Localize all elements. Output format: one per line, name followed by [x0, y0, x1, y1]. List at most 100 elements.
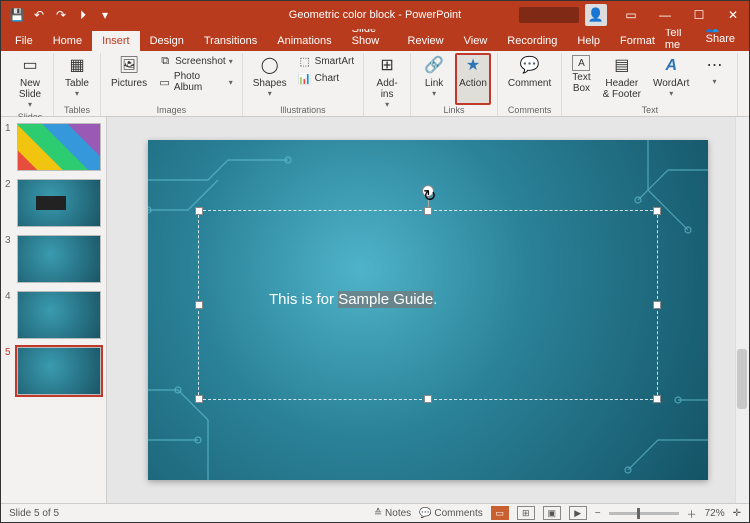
slide-counter[interactable]: Slide 5 of 5 [9, 508, 59, 519]
normal-view-button[interactable]: ▭ [491, 506, 509, 520]
slideshow-view-button[interactable]: ▶ [569, 506, 587, 520]
account-avatar-icon[interactable]: 👤 [585, 4, 607, 26]
symbols-button[interactable]: Ω Symbols▾ [744, 53, 750, 105]
group-label-comments: Comments [508, 105, 552, 116]
photo-album-icon: ▭ [158, 75, 171, 89]
text-box-button[interactable]: A Text Box [568, 53, 594, 105]
shapes-button[interactable]: ◯ Shapes▾ [249, 53, 291, 105]
slide-text-content[interactable]: This is for Sample Guide. [269, 291, 437, 308]
window-controls: 👤 ▭ — ☐ ✕ [519, 1, 749, 29]
action-icon: ★ [460, 55, 486, 77]
notes-button[interactable]: ≙ Notes [374, 508, 411, 519]
thumbnail-2[interactable]: 2 [5, 179, 102, 227]
qat-customize-icon[interactable]: ▾ [97, 7, 113, 23]
chart-icon: 📊 [298, 71, 312, 85]
slide-sorter-view-button[interactable]: ⊞ [517, 506, 535, 520]
zoom-out-button[interactable]: − [595, 508, 601, 519]
group-illustrations: ◯ Shapes▾ ⬚SmartArt 📊Chart Illustrations [243, 53, 364, 116]
redo-icon[interactable]: ↷ [53, 7, 69, 23]
tab-review[interactable]: Review [398, 31, 454, 51]
photo-album-button[interactable]: ▭Photo Album ▾ [155, 70, 236, 94]
link-icon: 🔗 [421, 55, 447, 77]
pictures-icon: 🖼 [116, 55, 142, 77]
slide-thumbnails-pane[interactable]: 1 2 3 4 5 [1, 117, 107, 503]
rotation-handle[interactable]: ↻ [422, 185, 434, 197]
group-text: A Text Box ▤ Header & Footer A WordArt▾ … [562, 53, 738, 116]
tab-transitions[interactable]: Transitions [194, 31, 267, 51]
addins-button[interactable]: ⊞ Add- ins▾ [370, 53, 404, 112]
reading-view-button[interactable]: ▣ [543, 506, 561, 520]
thumbnail-1[interactable]: 1 [5, 123, 102, 171]
smartart-button[interactable]: ⬚SmartArt [295, 53, 357, 69]
resize-handle-sw[interactable] [195, 395, 203, 403]
new-slide-button[interactable]: ▭ New Slide▾ [13, 53, 47, 112]
current-slide[interactable]: ↻ This is for Sample Guide. [148, 140, 708, 480]
selected-text-box[interactable]: ↻ This is for Sample Guide. [198, 210, 658, 400]
undo-icon[interactable]: ↶ [31, 7, 47, 23]
tab-insert[interactable]: Insert [92, 31, 140, 51]
tab-file[interactable]: File [5, 31, 43, 51]
window-title: Geometric color block - PowerPoint [289, 9, 461, 21]
zoom-in-button[interactable]: ＋ [687, 506, 697, 521]
table-icon: ▦ [64, 55, 90, 77]
scrollbar-thumb[interactable] [737, 349, 747, 409]
screenshot-button[interactable]: ⧉Screenshot ▾ [155, 53, 236, 69]
screenshot-icon: ⧉ [158, 54, 172, 68]
tab-home[interactable]: Home [43, 31, 92, 51]
header-footer-icon: ▤ [609, 55, 635, 77]
tab-format[interactable]: Format [610, 31, 665, 51]
ribbon: ▭ New Slide▾ Slides ▦ Table▾ Tables 🖼 Pi… [1, 51, 749, 117]
maximize-button[interactable]: ☐ [683, 1, 715, 29]
start-from-beginning-icon[interactable]: ⏵ [75, 7, 91, 23]
tab-view[interactable]: View [454, 31, 498, 51]
group-label-links: Links [444, 105, 465, 116]
zoom-level[interactable]: 72% [705, 508, 725, 519]
vertical-scrollbar[interactable] [735, 117, 749, 503]
action-button[interactable]: ★ Action [455, 53, 491, 105]
group-images: 🖼 Pictures ⧉Screenshot ▾ ▭Photo Album ▾ … [101, 53, 243, 116]
group-label-illustrations: Illustrations [280, 105, 326, 116]
group-label-text: Text [642, 105, 659, 116]
pictures-button[interactable]: 🖼 Pictures [107, 53, 151, 105]
resize-handle-ne[interactable] [653, 207, 661, 215]
thumbnail-5[interactable]: 5 [5, 347, 102, 395]
status-bar: Slide 5 of 5 ≙ Notes 💬 Comments ▭ ⊞ ▣ ▶ … [1, 503, 749, 522]
tab-recording[interactable]: Recording [497, 31, 567, 51]
smartart-icon: ⬚ [298, 54, 312, 68]
title-bar: 💾 ↶ ↷ ⏵ ▾ Geometric color block - PowerP… [1, 1, 749, 29]
comment-button[interactable]: 💬 Comment [504, 53, 555, 105]
highlighted-text: Sample Guide [338, 291, 433, 308]
thumbnail-3[interactable]: 3 [5, 235, 102, 283]
comments-button[interactable]: 💬 Comments [419, 508, 483, 519]
resize-handle-se[interactable] [653, 395, 661, 403]
close-button[interactable]: ✕ [717, 1, 749, 29]
workspace: 1 2 3 4 5 ↻ [1, 117, 749, 503]
resize-handle-nw[interactable] [195, 207, 203, 215]
group-addins: ⊞ Add- ins▾ [364, 53, 411, 116]
chart-button[interactable]: 📊Chart [295, 70, 357, 86]
tab-help[interactable]: Help [567, 31, 610, 51]
resize-handle-n[interactable] [424, 207, 432, 215]
save-icon[interactable]: 💾 [9, 7, 25, 23]
slide-editing-area[interactable]: ↻ This is for Sample Guide. [107, 117, 749, 503]
ribbon-display-options-icon[interactable]: ▭ [615, 1, 647, 29]
thumbnail-4[interactable]: 4 [5, 291, 102, 339]
table-button[interactable]: ▦ Table▾ [60, 53, 94, 105]
tab-animations[interactable]: Animations [267, 31, 341, 51]
text-more-button[interactable]: ⋯ ▾ [697, 53, 731, 105]
fit-to-window-button[interactable]: ✛ [733, 508, 741, 519]
zoom-slider[interactable] [609, 512, 679, 515]
account-name[interactable] [519, 7, 579, 23]
tab-design[interactable]: Design [140, 31, 194, 51]
resize-handle-w[interactable] [195, 301, 203, 309]
ribbon-tabs: File Home Insert Design Transitions Anim… [1, 29, 749, 51]
header-footer-button[interactable]: ▤ Header & Footer [599, 53, 645, 105]
link-button[interactable]: 🔗 Link▾ [417, 53, 451, 105]
group-links: 🔗 Link▾ ★ Action Links [411, 53, 498, 116]
resize-handle-s[interactable] [424, 395, 432, 403]
wordart-button[interactable]: A WordArt▾ [649, 53, 694, 105]
text-more-icon: ⋯ [701, 55, 727, 77]
minimize-button[interactable]: — [649, 1, 681, 29]
resize-handle-e[interactable] [653, 301, 661, 309]
shapes-icon: ◯ [257, 55, 283, 77]
